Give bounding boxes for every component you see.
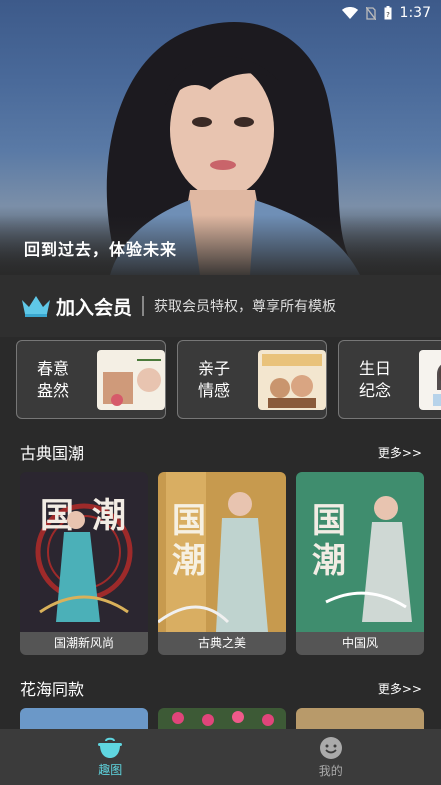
- template-thumbnail[interactable]: [296, 708, 424, 730]
- no-sim-icon: [365, 6, 376, 20]
- category-thumbnail: [419, 349, 441, 410]
- status-bar: ? 1:37: [0, 0, 441, 26]
- status-time: 1:37: [399, 5, 431, 21]
- category-thumbnail: [97, 349, 165, 410]
- template-card[interactable]: 国 潮 古典之美: [158, 472, 286, 655]
- template-thumbnail[interactable]: [20, 708, 148, 730]
- template-label: 国潮新风尚: [20, 632, 148, 655]
- template-thumbnail[interactable]: [158, 708, 286, 730]
- more-link[interactable]: 更多>>: [378, 444, 422, 461]
- template-thumbnail: 国 潮: [296, 472, 424, 632]
- template-label: 中国风: [296, 632, 424, 655]
- bottom-nav: 趣图 我的: [0, 729, 441, 785]
- more-link[interactable]: 更多>>: [378, 680, 422, 697]
- crown-icon: [22, 296, 50, 317]
- template-card[interactable]: 国 潮 中国风: [296, 472, 424, 655]
- svg-text:潮: 潮: [172, 541, 206, 581]
- category-card-spring[interactable]: 春意 盎然: [16, 340, 166, 419]
- member-title: 加入会员: [56, 296, 133, 319]
- section-header-flowers: 花海同款 更多>>: [20, 676, 422, 700]
- nav-label: 我的: [318, 763, 343, 778]
- member-subtitle: 获取会员特权，尊享所有模板: [154, 299, 337, 315]
- hero-portrait-image: [0, 21, 441, 275]
- template-row-classic: 国 潮 国潮新风尚 国 潮 古典之美 国 潮 中国风: [20, 472, 424, 655]
- svg-text:国: 国: [172, 501, 206, 541]
- category-label: 春意 盎然: [37, 358, 70, 400]
- template-label: 古典之美: [158, 632, 286, 655]
- nav-tab-quitu[interactable]: 趣图: [0, 729, 221, 785]
- category-row: 春意 盎然 亲子 情感 生日 纪念: [16, 340, 441, 420]
- template-card[interactable]: 国 潮 国潮新风尚: [20, 472, 148, 655]
- category-thumbnail: [258, 349, 326, 410]
- template-thumbnail: 国 潮: [158, 472, 286, 632]
- svg-text:国: 国: [312, 501, 346, 541]
- divider: [142, 296, 145, 316]
- svg-text:?: ?: [386, 11, 390, 19]
- category-card-family[interactable]: 亲子 情感: [177, 340, 327, 419]
- cup-icon: [98, 737, 123, 758]
- nav-tab-mine[interactable]: 我的: [221, 729, 441, 785]
- wifi-icon: [341, 7, 358, 19]
- hero-banner[interactable]: ? 1:37 回到过去，体验未来: [0, 0, 441, 275]
- svg-text:潮: 潮: [92, 496, 126, 536]
- template-row-flowers: [20, 708, 424, 730]
- category-card-birthday[interactable]: 生日 纪念: [338, 340, 441, 419]
- section-title: 古典国潮: [20, 444, 85, 463]
- section-title: 花海同款: [20, 680, 85, 699]
- svg-text:潮: 潮: [312, 541, 346, 581]
- battery-icon: ?: [384, 6, 392, 20]
- section-header-classic: 古典国潮 更多>>: [20, 440, 422, 464]
- member-bar[interactable]: 加入会员 获取会员特权，尊享所有模板: [0, 275, 441, 337]
- nav-label: 趣图: [98, 762, 123, 777]
- category-label: 亲子 情感: [198, 358, 231, 400]
- hero-caption: 回到过去，体验未来: [24, 240, 178, 259]
- template-thumbnail: 国 潮: [20, 472, 148, 632]
- category-label: 生日 纪念: [359, 358, 392, 400]
- smiley-icon: [319, 736, 342, 759]
